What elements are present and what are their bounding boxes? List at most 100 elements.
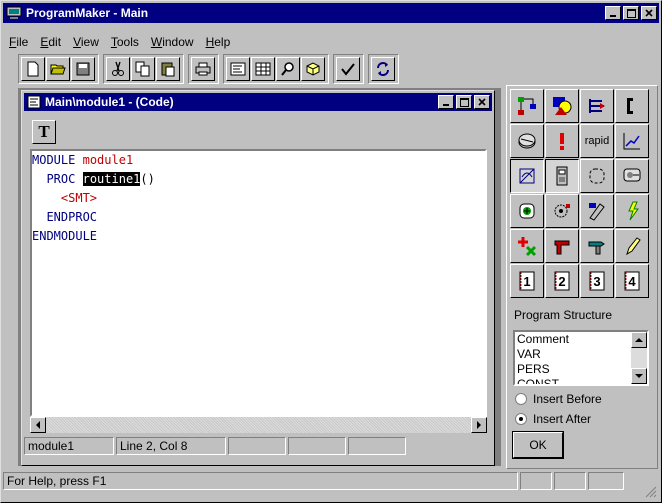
insert-before-radio[interactable]: Insert Before (515, 392, 602, 406)
scroll-down-icon[interactable] (631, 368, 647, 384)
slot-3-button[interactable]: 3 (580, 264, 614, 298)
minimize-button[interactable] (605, 6, 621, 20)
move-icon[interactable] (580, 89, 614, 123)
chart-icon[interactable] (615, 124, 649, 158)
flowchart-icon[interactable] (510, 89, 544, 123)
list-item[interactable]: VAR (517, 347, 569, 362)
list-item[interactable]: PERS (517, 362, 569, 377)
slot-2-button[interactable]: 2 (545, 264, 579, 298)
menu-tools[interactable]: Tools (105, 33, 145, 51)
status-cell-empty (288, 437, 346, 455)
document-icon (27, 95, 41, 109)
pipe-icon[interactable] (545, 229, 579, 263)
toolbar-view-group (223, 54, 329, 84)
close-button[interactable] (641, 6, 657, 20)
toolbar-print-group (188, 54, 219, 84)
code-line: ENDPROC (46, 210, 98, 224)
ok-button[interactable]: OK (512, 431, 564, 459)
toolbar (18, 54, 403, 84)
insert-after-label: Insert After (533, 412, 592, 426)
code-window-title-bar: Main\module1 - (Code) (24, 93, 492, 111)
slot-3-label: 3 (593, 274, 600, 289)
pencil-icon[interactable] (615, 229, 649, 263)
radio-circle[interactable] (515, 393, 527, 405)
program-structure-list[interactable]: Comment VAR PERS CONST (513, 330, 649, 386)
horizontal-scrollbar[interactable] (30, 417, 487, 433)
slot-4-label: 4 (628, 274, 636, 289)
menu-help[interactable]: Help (200, 33, 237, 51)
toolbar-sync-group (368, 54, 399, 84)
app-title: ProgramMaker - Main (26, 6, 149, 20)
list-vertical-scrollbar[interactable] (631, 332, 647, 384)
menu-window[interactable]: Window (145, 33, 200, 51)
list-item[interactable]: CONST (517, 377, 569, 384)
new-file-icon[interactable] (21, 57, 45, 81)
target-icon[interactable] (510, 194, 544, 228)
scroll-right-icon[interactable] (471, 417, 487, 433)
scroll-up-icon[interactable] (631, 332, 647, 348)
insert-after-radio[interactable]: Insert After (515, 412, 591, 426)
open-folder-icon[interactable] (46, 57, 70, 81)
data-table-icon[interactable] (251, 57, 275, 81)
save-icon[interactable] (71, 57, 95, 81)
print-icon[interactable] (191, 57, 215, 81)
gear-hand-icon[interactable] (545, 194, 579, 228)
program-structure-items: Comment VAR PERS CONST (517, 332, 569, 384)
list-item[interactable]: Comment (517, 332, 569, 347)
help-text: For Help, press F1 (3, 472, 518, 490)
resize-grip-icon[interactable] (645, 486, 657, 498)
rapid-label: rapid (584, 135, 610, 147)
module-icon[interactable] (301, 57, 325, 81)
drill-icon[interactable] (580, 229, 614, 263)
title-bar: ProgramMaker - Main (3, 3, 659, 23)
spark-icon[interactable] (615, 194, 649, 228)
selected-routine-name[interactable]: routine1 (82, 172, 141, 186)
cursor-position: Line 2, Col 8 (116, 437, 226, 455)
no-signal-icon[interactable] (510, 159, 544, 193)
paste-icon[interactable] (156, 57, 180, 81)
slot-4-button[interactable]: 4 (615, 264, 649, 298)
phone-icon[interactable] (615, 89, 649, 123)
menu-view[interactable]: View (67, 33, 105, 51)
child-close-button[interactable] (474, 95, 490, 109)
status-indicator (588, 472, 624, 490)
status-cell-empty (228, 437, 286, 455)
copy-icon[interactable] (131, 57, 155, 81)
shapes-icon[interactable] (545, 89, 579, 123)
scroll-left-icon[interactable] (30, 417, 46, 433)
menu-file[interactable]: File (3, 33, 34, 51)
status-indicator (520, 472, 552, 490)
check-icon[interactable] (336, 57, 360, 81)
child-maximize-button[interactable] (456, 95, 472, 109)
status-cell-empty (348, 437, 406, 455)
code-view-icon[interactable] (226, 57, 250, 81)
alert-icon[interactable] (545, 124, 579, 158)
module-status: module1 (24, 437, 114, 455)
radio-circle-selected[interactable] (515, 413, 527, 425)
slot-1-button[interactable]: 1 (510, 264, 544, 298)
sync-icon[interactable] (371, 57, 395, 81)
find-icon[interactable] (276, 57, 300, 81)
cut-icon[interactable] (106, 57, 130, 81)
add-delete-icon[interactable] (510, 229, 544, 263)
statement-placeholder[interactable]: <SMT> (61, 191, 97, 205)
rapid-button[interactable]: rapid (580, 124, 614, 158)
instruction-palette: rapid 1 2 3 4 Program Structure Comment … (506, 85, 658, 469)
io-panel-icon[interactable] (545, 159, 579, 193)
loop-icon[interactable] (580, 159, 614, 193)
code-line: MODULE module1 (32, 153, 134, 167)
text-mode-button[interactable]: T (32, 120, 56, 144)
slot-2-label: 2 (558, 274, 565, 289)
disk-icon[interactable] (510, 124, 544, 158)
scroll-track[interactable] (46, 417, 471, 433)
program-structure-label: Program Structure (514, 308, 613, 322)
main-window: ProgramMaker - Main File Edit View Tools… (0, 0, 662, 503)
code-window-status: module1 Line 2, Col 8 (24, 437, 408, 457)
slot-1-label: 1 (523, 274, 530, 289)
code-editor[interactable]: MODULE module1 PROC routine1() <SMT> END… (30, 149, 487, 417)
robot-arm-icon[interactable] (615, 159, 649, 193)
child-minimize-button[interactable] (438, 95, 454, 109)
pen-tool-icon[interactable] (580, 194, 614, 228)
menu-edit[interactable]: Edit (34, 33, 67, 51)
maximize-button[interactable] (623, 6, 639, 20)
